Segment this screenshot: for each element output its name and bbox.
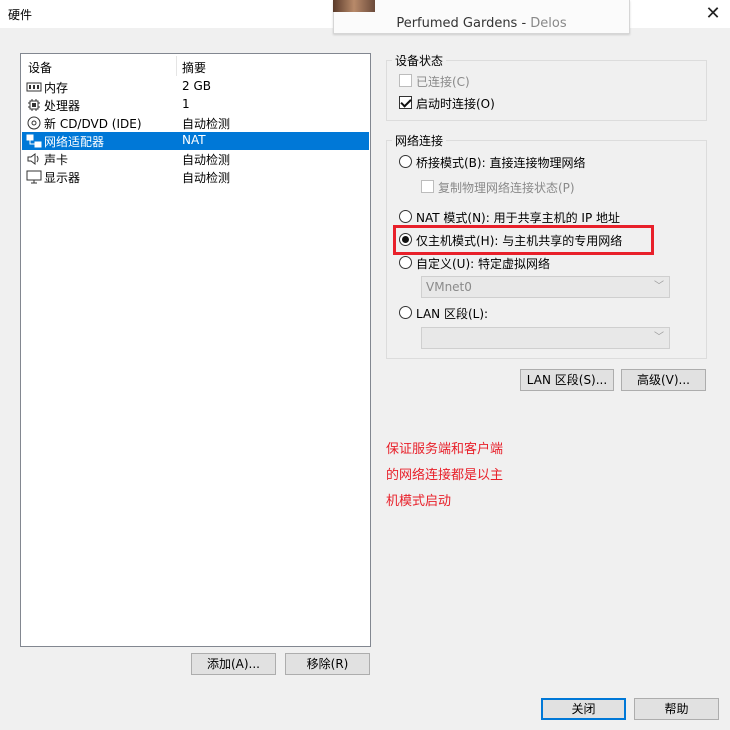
device-list[interactable]: 设备 摘要 内存 2 GB 处理器 1 新 CD/DVD (IDE) 自动检测 … [20,53,371,647]
help-button[interactable]: 帮助 [634,698,719,720]
cd-dvd-icon [27,116,41,130]
window-title: 硬件 [8,8,33,22]
annotation-line-2: 的网络连接都是以主 [386,468,504,483]
media-separator: - [517,16,531,31]
device-row-sound-card[interactable]: 声卡 自动检测 [22,150,369,168]
annotation-line-1: 保证服务端和客户端 [386,442,504,457]
media-track: Perfumed Gardens [396,16,518,31]
remove-button[interactable]: 移除(R) [285,653,370,675]
display-icon [26,170,42,184]
custom-network-value: VMnet0 [426,280,472,294]
device-row-network-adapter[interactable]: 网络适配器 NAT [22,132,369,150]
device-row-display[interactable]: 显示器 自动检测 [22,168,369,186]
bridged-label: 桥接模式(B): 直接连接物理网络 [416,156,586,170]
add-button[interactable]: 添加(A)... [191,653,276,675]
connect-at-power-on-checkbox[interactable] [399,96,412,109]
device-name: 新 CD/DVD (IDE) [44,117,142,131]
chevron-down-icon: ﹀ [654,332,664,343]
device-name: 网络适配器 [44,135,105,149]
device-name: 处理器 [44,99,81,113]
connected-label: 已连接(C) [416,75,470,89]
custom-label: 自定义(U): 特定虚拟网络 [416,257,551,271]
lan-segment-select[interactable]: ﹀ [421,327,670,349]
column-header-device[interactable]: 设备 [28,59,52,76]
replicate-state-checkbox[interactable] [421,180,434,193]
device-summary: 自动检测 [182,153,231,167]
nat-label: NAT 模式(N): 用于共享主机的 IP 地址 [416,211,621,225]
album-art-thumbnail [333,0,375,12]
annotation-line-3: 机模式启动 [386,494,452,509]
network-adapter-icon [26,134,42,148]
processor-icon [28,99,40,111]
device-name: 显示器 [44,171,81,185]
custom-network-select[interactable]: VMnet0 ﹀ [421,276,670,298]
device-summary: 1 [182,97,190,111]
connected-checkbox[interactable] [399,74,412,87]
sound-card-icon [27,153,39,165]
close-button[interactable]: 关闭 [541,698,626,720]
advanced-button[interactable]: 高级(V)... [621,369,706,391]
connect-at-power-on-label: 启动时连接(O) [416,97,495,111]
device-row-processor[interactable]: 处理器 1 [22,96,369,114]
replicate-state-label: 复制物理网络连接状态(P) [438,181,575,195]
device-name: 内存 [44,81,69,95]
close-icon[interactable]: ✕ [700,2,726,26]
device-name: 声卡 [44,153,69,167]
device-status-title: 设备状态 [392,52,447,69]
column-divider [176,56,177,76]
device-row-cd-dvd[interactable]: 新 CD/DVD (IDE) 自动检测 [22,114,369,132]
lan-segment-radio[interactable] [399,306,412,319]
memory-icon [26,82,42,92]
network-connection-title: 网络连接 [392,132,447,149]
lan-segment-label: LAN 区段(L): [416,307,489,321]
column-header-summary[interactable]: 摘要 [182,59,206,76]
bridged-radio[interactable] [399,155,412,168]
device-summary: 自动检测 [182,117,231,131]
device-summary: 自动检测 [182,171,231,185]
device-row-memory[interactable]: 内存 2 GB [22,78,369,96]
chevron-down-icon: ﹀ [654,281,664,292]
nat-radio[interactable] [399,210,412,223]
device-summary: 2 GB [182,79,211,93]
highlight-box [393,225,654,255]
custom-radio[interactable] [399,256,412,269]
media-artist: Delos [530,16,567,31]
media-now-playing: Perfumed Gardens - Delos [333,16,630,31]
device-summary: NAT [182,133,206,147]
lan-segments-button[interactable]: LAN 区段(S)... [520,369,614,391]
